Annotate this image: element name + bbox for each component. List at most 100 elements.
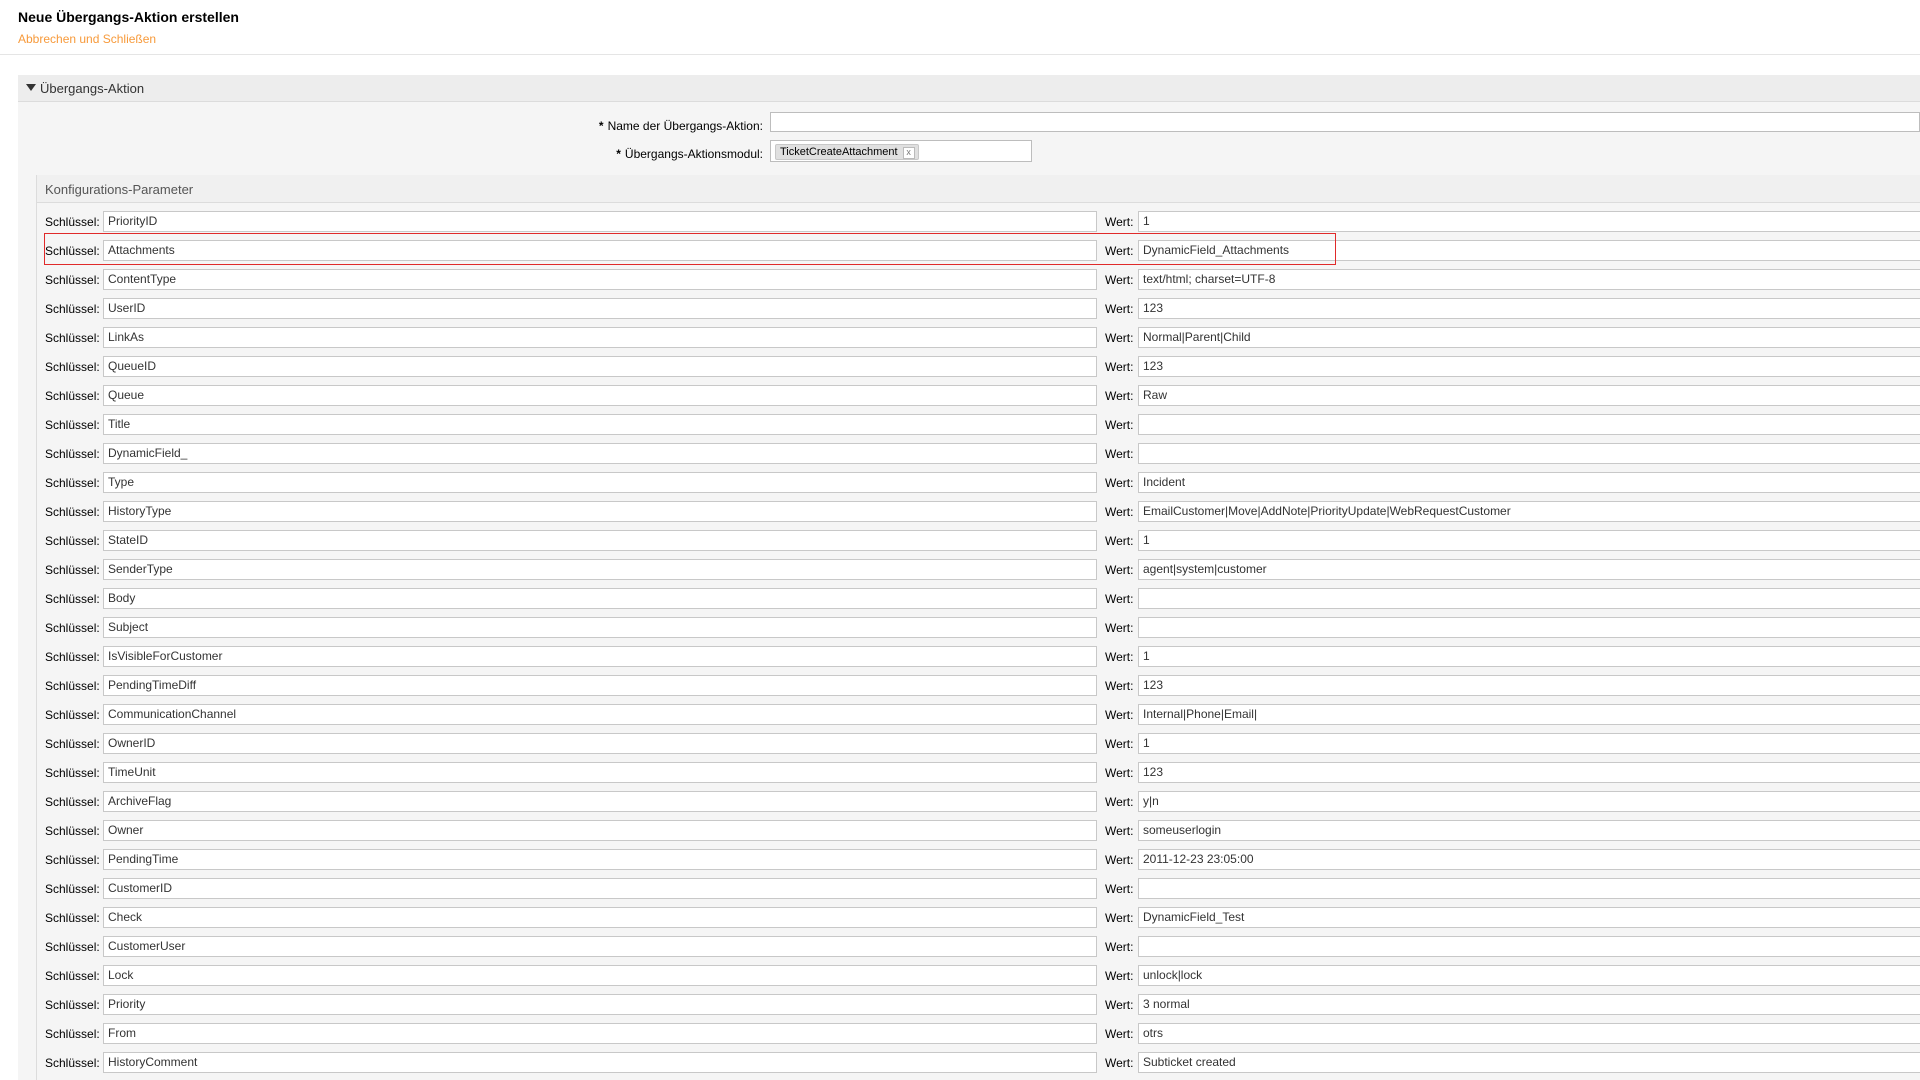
value-input[interactable]: 123: [1138, 356, 1920, 377]
key-input[interactable]: Title: [103, 414, 1097, 435]
key-input[interactable]: SenderType: [103, 559, 1097, 580]
value-input[interactable]: someuserlogin: [1138, 820, 1920, 841]
key-input[interactable]: Subject: [103, 617, 1097, 638]
value-label: Wert:: [1105, 795, 1134, 809]
remove-module-icon[interactable]: x: [902, 147, 915, 159]
key-input[interactable]: ArchiveFlag: [103, 791, 1097, 812]
value-label: Wert:: [1105, 679, 1134, 693]
key-input[interactable]: QueueID: [103, 356, 1097, 377]
value-input[interactable]: y|n: [1138, 791, 1920, 812]
value-input[interactable]: [1138, 617, 1920, 638]
key-label: Schlüssel:: [45, 940, 100, 954]
value-input[interactable]: Raw: [1138, 385, 1920, 406]
value-label: Wert:: [1105, 360, 1134, 374]
value-label: Wert:: [1105, 824, 1134, 838]
value-input[interactable]: Internal|Phone|Email|: [1138, 704, 1920, 725]
param-row: Schlüssel: OwnerID Wert: 1: [37, 733, 1920, 755]
key-input[interactable]: DynamicField_: [103, 443, 1097, 464]
value-input[interactable]: 3 normal: [1138, 994, 1920, 1015]
value-label: Wert:: [1105, 708, 1134, 722]
key-input[interactable]: ContentType: [103, 269, 1097, 290]
cancel-and-close-link[interactable]: Abbrechen und Schließen: [18, 32, 156, 46]
key-input[interactable]: Check: [103, 907, 1097, 928]
key-label: Schlüssel:: [45, 563, 100, 577]
widget-header[interactable]: Übergangs-Aktion: [18, 75, 1920, 102]
key-input[interactable]: PendingTime: [103, 849, 1097, 870]
value-input[interactable]: [1138, 414, 1920, 435]
key-input[interactable]: TimeUnit: [103, 762, 1097, 783]
collapse-triangle-icon[interactable]: [26, 84, 36, 91]
value-input[interactable]: 123: [1138, 762, 1920, 783]
key-input[interactable]: PriorityID: [103, 211, 1097, 232]
key-label: Schlüssel:: [45, 882, 100, 896]
value-label: Wert:: [1105, 969, 1134, 983]
key-input[interactable]: PendingTimeDiff: [103, 675, 1097, 696]
key-input[interactable]: StateID: [103, 530, 1097, 551]
value-input[interactable]: DynamicField_Attachments: [1138, 240, 1920, 261]
value-label: Wert:: [1105, 389, 1134, 403]
key-label: Schlüssel:: [45, 969, 100, 983]
value-input[interactable]: 1: [1138, 211, 1920, 232]
key-input[interactable]: IsVisibleForCustomer: [103, 646, 1097, 667]
key-label: Schlüssel:: [45, 853, 100, 867]
value-input[interactable]: 123: [1138, 675, 1920, 696]
param-row: Schlüssel: Check Wert: DynamicField_Test: [37, 907, 1920, 929]
value-input[interactable]: EmailCustomer|Move|AddNote|PriorityUpdat…: [1138, 501, 1920, 522]
value-input[interactable]: Subticket created: [1138, 1052, 1920, 1073]
param-row: Schlüssel: TimeUnit Wert: 123: [37, 762, 1920, 784]
key-input[interactable]: LinkAs: [103, 327, 1097, 348]
key-input[interactable]: HistoryType: [103, 501, 1097, 522]
key-input[interactable]: Queue: [103, 385, 1097, 406]
value-label: Wert:: [1105, 331, 1134, 345]
param-row: Schlüssel: StateID Wert: 1: [37, 530, 1920, 552]
key-label: Schlüssel:: [45, 708, 100, 722]
value-input[interactable]: DynamicField_Test: [1138, 907, 1920, 928]
value-input[interactable]: 1: [1138, 733, 1920, 754]
value-input[interactable]: 123: [1138, 298, 1920, 319]
key-label: Schlüssel:: [45, 737, 100, 751]
value-input[interactable]: 1: [1138, 530, 1920, 551]
key-input[interactable]: CustomerID: [103, 878, 1097, 899]
value-input[interactable]: unlock|lock: [1138, 965, 1920, 986]
value-input[interactable]: 2011-12-23 23:05:00: [1138, 849, 1920, 870]
value-input[interactable]: otrs: [1138, 1023, 1920, 1044]
widget-title: Übergangs-Aktion: [40, 81, 145, 96]
key-input[interactable]: Lock: [103, 965, 1097, 986]
key-input[interactable]: Attachments: [103, 240, 1097, 261]
value-label: Wert:: [1105, 505, 1134, 519]
key-input[interactable]: CommunicationChannel: [103, 704, 1097, 725]
param-row: Schlüssel: ArchiveFlag Wert: y|n: [37, 791, 1920, 813]
value-input[interactable]: text/html; charset=UTF-8: [1138, 269, 1920, 290]
key-input[interactable]: Type: [103, 472, 1097, 493]
value-input[interactable]: Normal|Parent|Child: [1138, 327, 1920, 348]
key-input[interactable]: CustomerUser: [103, 936, 1097, 957]
value-input[interactable]: agent|system|customer: [1138, 559, 1920, 580]
key-input[interactable]: Owner: [103, 820, 1097, 841]
transition-action-name-input[interactable]: [770, 112, 1920, 132]
param-row: Schlüssel: HistoryType Wert: EmailCustomer|…: [37, 501, 1920, 523]
param-row: Schlüssel: HistoryComment Wert: Subticket c…: [37, 1052, 1920, 1074]
value-label: Wert:: [1105, 302, 1134, 316]
param-row: Schlüssel: Priority Wert: 3 normal: [37, 994, 1920, 1016]
key-input[interactable]: From: [103, 1023, 1097, 1044]
param-row: Schlüssel: Owner Wert: someuserlogin: [37, 820, 1920, 842]
param-row: Schlüssel: Lock Wert: unlock|lock: [37, 965, 1920, 987]
value-input[interactable]: [1138, 588, 1920, 609]
transition-action-module-select[interactable]: TicketCreateAttachment x: [770, 140, 1032, 162]
key-input[interactable]: UserID: [103, 298, 1097, 319]
key-input[interactable]: HistoryComment: [103, 1052, 1097, 1073]
key-input[interactable]: Body: [103, 588, 1097, 609]
value-input[interactable]: Incident: [1138, 472, 1920, 493]
key-input[interactable]: OwnerID: [103, 733, 1097, 754]
value-input[interactable]: [1138, 936, 1920, 957]
value-label: Wert:: [1105, 447, 1134, 461]
value-input[interactable]: [1138, 443, 1920, 464]
key-label: Schlüssel:: [45, 824, 100, 838]
value-label: Wert:: [1105, 563, 1134, 577]
key-input[interactable]: Priority: [103, 994, 1097, 1015]
param-row: Schlüssel: QueueID Wert: 123: [37, 356, 1920, 378]
value-label: Wert:: [1105, 940, 1134, 954]
key-label: Schlüssel:: [45, 592, 100, 606]
value-input[interactable]: 1: [1138, 646, 1920, 667]
value-input[interactable]: [1138, 878, 1920, 899]
